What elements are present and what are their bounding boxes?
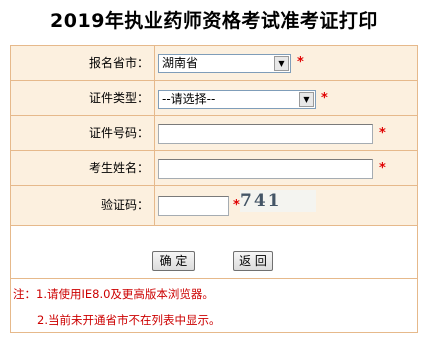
required-mark: * <box>297 55 304 70</box>
page-title: 2019年执业药师资格考试准考证打印 <box>50 10 378 32</box>
captcha-input[interactable] <box>158 196 229 216</box>
row-idno: 证件号码： * <box>11 116 417 150</box>
required-mark: * <box>379 161 386 176</box>
note-line-2: 2.当前未开通省市不在列表中显示。 <box>37 313 221 327</box>
province-select[interactable]: 湖南省 ▼ <box>158 54 291 73</box>
chevron-down-icon[interactable]: ▼ <box>299 92 314 107</box>
required-mark: * <box>321 91 328 106</box>
chevron-down-icon[interactable]: ▼ <box>274 56 289 71</box>
captcha-label: 验证码： <box>100 198 149 212</box>
notes-divider <box>11 278 417 279</box>
row-idtype: 证件类型： --请选择-- ▼ * <box>11 81 417 115</box>
idno-input[interactable] <box>158 124 373 144</box>
idtype-select-value: --请选择-- <box>162 92 216 106</box>
required-mark: * <box>379 126 386 141</box>
province-select-value: 湖南省 <box>162 56 199 70</box>
row-name: 考生姓名： * <box>11 151 417 185</box>
captcha-text: 741 71 <box>240 191 282 211</box>
note-line-1: 注：1.请使用IE8.0及更高版本浏览器。 <box>13 287 214 301</box>
idtype-label: 证件类型： <box>88 91 149 105</box>
idno-label: 证件号码： <box>88 126 149 140</box>
required-mark: * <box>233 198 240 213</box>
name-input[interactable] <box>158 159 373 179</box>
row-captcha: 验证码： * 741 71 <box>11 186 417 225</box>
row-divider <box>11 225 417 226</box>
form-frame: 报名省市： 湖南省 ▼ * 证件类型： --请选择-- ▼ * 证件号码： * … <box>10 45 418 333</box>
name-label: 考生姓名： <box>88 161 149 175</box>
row-province: 报名省市： 湖南省 ▼ * <box>11 46 417 80</box>
back-button[interactable]: 返 回 <box>233 251 273 271</box>
confirm-button[interactable]: 确 定 <box>152 251 195 271</box>
idtype-select[interactable]: --请选择-- ▼ <box>158 90 316 109</box>
province-label: 报名省市： <box>88 56 149 70</box>
column-divider <box>154 46 155 225</box>
captcha-image[interactable]: 741 71 <box>240 190 316 212</box>
